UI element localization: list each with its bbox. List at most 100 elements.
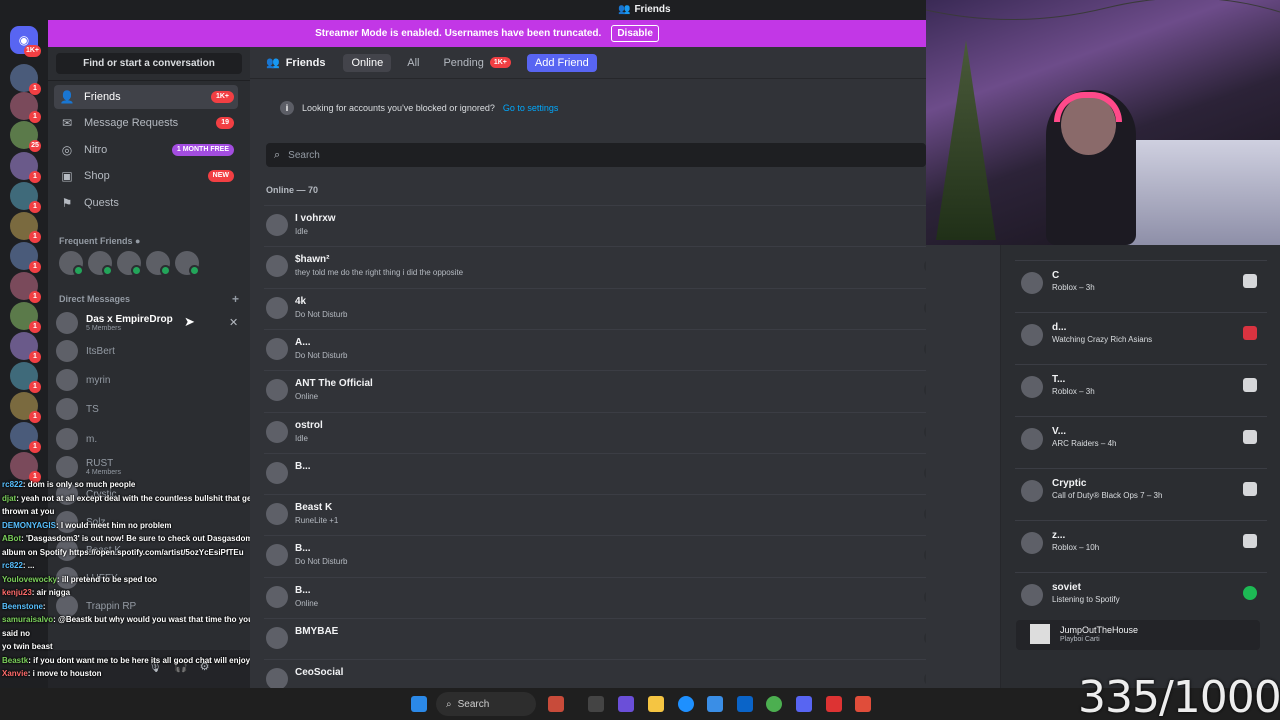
server-icon[interactable]: 1 (10, 422, 41, 453)
friend-status: Idle (295, 433, 308, 443)
friends-header: 👥 Friends (266, 56, 325, 70)
server-icon[interactable]: 1 (10, 362, 41, 393)
dm-text: TS (86, 404, 99, 415)
tab-online[interactable]: Online (343, 53, 392, 72)
friend-row[interactable]: B...Online●⋮ (264, 576, 982, 618)
avatar[interactable] (146, 251, 171, 276)
activity-card[interactable]: soviet Listening to Spotify (1015, 572, 1267, 618)
avatar[interactable] (88, 251, 113, 276)
activity-card[interactable]: d... Watching Crazy Rich Asians (1015, 312, 1267, 358)
store-icon[interactable] (707, 696, 723, 712)
dm-item[interactable]: myrin (56, 366, 242, 394)
disable-streamer-mode-button[interactable]: Disable (611, 25, 659, 42)
tab-label: Online (351, 56, 384, 69)
taskbar-search[interactable]: ⌕ Search (436, 692, 536, 716)
nav-message-requests[interactable]: ✉ Message Requests 19 (54, 111, 238, 135)
server-icon[interactable]: 1 (10, 152, 41, 183)
app-icon[interactable] (826, 696, 842, 712)
requests-badge: 19 (216, 117, 234, 129)
friend-row[interactable]: Beast KRuneLite +1●⋮ (264, 494, 982, 535)
search-input[interactable] (288, 149, 889, 161)
friend-row[interactable]: $hawn² they told me do the right thing i … (264, 246, 982, 287)
server-icon[interactable]: 1 (10, 182, 41, 213)
file-explorer-icon[interactable] (648, 696, 664, 712)
avatar (266, 337, 288, 360)
app-icon[interactable] (855, 696, 871, 712)
bed (1126, 140, 1280, 245)
avatar[interactable] (175, 251, 200, 276)
activity-card[interactable]: C Roblox – 3h (1015, 260, 1267, 306)
home-button[interactable]: ◉ 1K+ (10, 26, 41, 57)
discord-icon[interactable] (796, 696, 812, 712)
friend-row[interactable]: ostrolIdle●⋮ (264, 411, 982, 453)
nav-quests[interactable]: ⚑ Quests (54, 191, 238, 215)
dm-item[interactable]: RUST 4 Members (56, 453, 242, 481)
close-dm-icon[interactable]: ✕ (229, 316, 238, 329)
friend-row[interactable]: BMYBAE●⋮ (264, 618, 982, 659)
server-icon[interactable]: 1 (10, 64, 41, 95)
dm-item[interactable]: TS (56, 395, 242, 423)
dm-item[interactable]: ItsBert (56, 337, 242, 365)
activity-card[interactable]: T... Roblox – 3h (1015, 364, 1267, 410)
nav-nitro[interactable]: ◎ Nitro 1 MONTH FREE (54, 138, 238, 162)
friend-row[interactable]: B...Do Not Disturb●⋮ (264, 535, 982, 576)
chat-username: rc822 (2, 561, 23, 570)
server-icon[interactable]: 25 (10, 121, 41, 152)
app-icon[interactable] (548, 696, 564, 712)
windows-start-icon[interactable] (411, 696, 427, 712)
dm-item[interactable]: m. (56, 425, 242, 453)
friend-row[interactable]: I vohrxw Idle (264, 205, 982, 246)
game-icon (1243, 378, 1257, 392)
activity-card[interactable]: z... Roblox – 10h (1015, 520, 1267, 566)
outlook-icon[interactable] (737, 696, 753, 712)
edge-icon[interactable] (678, 696, 694, 712)
chat-message: rc822: dom is only so much people (2, 480, 135, 489)
server-icon[interactable]: 1 (10, 212, 41, 243)
activity-card[interactable]: V... ARC Raiders – 4h (1015, 416, 1267, 462)
nav-shop[interactable]: ▣ Shop NEW (54, 164, 238, 188)
dm-text: RUST 4 Members (86, 458, 121, 476)
avatar[interactable] (117, 251, 142, 276)
tab-pending[interactable]: Pending 1K+ (435, 54, 518, 72)
add-dm-icon[interactable]: + (232, 292, 239, 306)
nav-friends[interactable]: 👤 Friends 1K+ (54, 85, 238, 109)
terminal-icon[interactable] (588, 696, 604, 712)
dm-text: Das x EmpireDrop 5 Members (86, 314, 173, 332)
friend-name: A... (295, 336, 311, 348)
activity-text: Roblox – 3h (1052, 387, 1095, 396)
friend-row[interactable]: A...Do Not Disturb●⋮ (264, 328, 982, 370)
friend-row[interactable]: B...●⋮ (264, 452, 982, 494)
friends-search[interactable]: ⌕ (266, 143, 926, 167)
server-icon[interactable]: 1 (10, 302, 41, 333)
chrome-icon[interactable] (766, 696, 782, 712)
chat-text: said no (2, 628, 31, 638)
tab-all[interactable]: All (399, 54, 427, 72)
server-icon[interactable]: 1 (10, 392, 41, 423)
friend-row[interactable]: 4kDo Not Disturb●⋮ (264, 287, 982, 329)
server-icon[interactable]: 1 (10, 272, 41, 303)
chat-username: ABot (2, 534, 22, 543)
server-icon[interactable]: 1 (10, 332, 41, 363)
chat-message: rc822: ... (2, 561, 34, 570)
avatar (266, 461, 288, 484)
server-icon[interactable]: 1 (10, 452, 41, 483)
server-icon[interactable]: 1 (10, 92, 41, 123)
go-to-settings-link[interactable]: Go to settings (503, 103, 559, 113)
avatar (1021, 376, 1043, 398)
dm-text: m. (86, 434, 97, 445)
add-friend-button[interactable]: Add Friend (526, 53, 597, 72)
avatar[interactable] (59, 251, 84, 276)
friend-row[interactable]: ANT The OfficialOnline●⋮ (264, 370, 982, 411)
server-icon[interactable]: 1 (10, 242, 41, 273)
spotify-track-card[interactable]: JumpOutTheHouse Playboi Carti (1016, 620, 1260, 650)
avatar (1021, 584, 1043, 606)
friend-status: Idle (295, 227, 308, 236)
dm-item[interactable]: Das x EmpireDrop 5 Members (56, 309, 242, 337)
app-icon[interactable] (618, 696, 634, 712)
game-icon (1243, 482, 1257, 496)
server-badge: 1 (29, 381, 41, 393)
friend-name: BMYBAE (295, 626, 339, 637)
activity-card[interactable]: Cryptic Call of Duty® Black Ops 7 – 3h (1015, 468, 1267, 514)
find-conversation-button[interactable]: Find or start a conversation (56, 53, 242, 74)
nav-label: Message Requests (84, 117, 179, 129)
